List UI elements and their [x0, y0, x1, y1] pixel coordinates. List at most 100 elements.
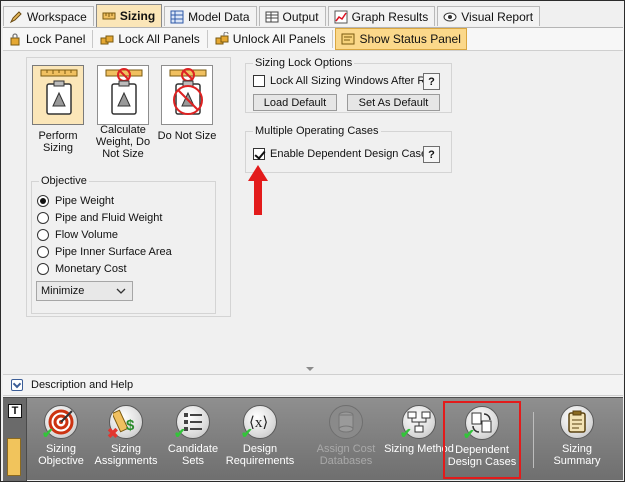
description-help-label: Description and Help — [31, 379, 134, 391]
perform-sizing-option[interactable] — [32, 65, 84, 125]
red-arrow-annotation-icon — [248, 165, 268, 215]
radio-label: Flow Volume — [55, 229, 118, 241]
tab-sizing[interactable]: Sizing — [95, 4, 163, 27]
ruler-icon — [7, 438, 21, 476]
multiple-operating-cases-group: Multiple Operating Cases Enable Dependen… — [245, 125, 452, 173]
ruler-icon — [102, 9, 116, 23]
nav-candidate-sets[interactable]: ✔ Candidate Sets — [158, 402, 228, 478]
do-not-size-label: Do Not Size — [157, 130, 217, 142]
objective-monetary-cost[interactable]: Monetary Cost — [37, 263, 127, 275]
tab-graph-results[interactable]: Graph Results — [327, 6, 436, 26]
tab-label: Model Data — [188, 9, 250, 24]
sizing-mode-group: Perform Sizing Calculate Weight, Do Not … — [26, 57, 231, 317]
load-default-button[interactable]: Load Default — [253, 94, 337, 111]
objective-mode-value: Minimize — [41, 285, 85, 297]
sizing-lock-options-title: Sizing Lock Options — [253, 57, 355, 69]
cycle-documents-icon: ✔ — [463, 406, 499, 442]
nav-label: Candidate Sets — [167, 443, 219, 467]
nav-assign-cost-databases[interactable]: Assign Cost Databases — [311, 402, 381, 478]
perform-sizing-label: Perform Sizing — [38, 130, 78, 154]
lock-all-panels-label: Lock All Panels — [118, 32, 200, 46]
tab-label: Graph Results — [351, 9, 429, 24]
expand-icon[interactable] — [11, 379, 23, 391]
brackets-x-icon: ⟨x⟩ ✔ — [241, 405, 277, 441]
tab-label: Visual Report — [461, 9, 534, 24]
unlock-all-panels-label: Unlock All Panels — [232, 32, 326, 46]
lock-options-help-button[interactable]: ? — [423, 73, 440, 90]
set-as-default-button[interactable]: Set As Default — [347, 94, 440, 111]
radio-button[interactable] — [37, 246, 49, 258]
tab-label: Output — [282, 9, 319, 24]
text-toggle-button[interactable]: T — [8, 404, 22, 418]
nav-dependent-design-cases[interactable]: ✔ Dependent Design Cases — [443, 401, 521, 479]
splitter-grip-icon[interactable] — [306, 367, 314, 371]
radio-button[interactable] — [37, 263, 49, 275]
objective-pipe-weight[interactable]: Pipe Weight — [37, 195, 114, 207]
toolbar-divider — [206, 30, 208, 48]
objective-flow-volume[interactable]: Flow Volume — [37, 229, 118, 241]
lock-panel-label: Lock Panel — [26, 32, 86, 46]
multiple-cases-help-button[interactable]: ? — [423, 146, 440, 163]
tab-workspace[interactable]: Workspace — [3, 6, 94, 26]
tab-output[interactable]: Output — [258, 6, 326, 26]
calculate-weight-icon — [105, 68, 143, 115]
eye-icon — [443, 10, 457, 24]
radio-label: Pipe and Fluid Weight — [55, 212, 163, 224]
objective-mode-select[interactable]: Minimize — [36, 281, 133, 301]
enable-dependent-design-cases-checkbox[interactable]: Enable Dependent Design Cases — [253, 148, 433, 160]
calculate-weight-label: Calculate Weight, Do Not Size — [95, 124, 151, 160]
tab-model-data[interactable]: Model Data — [164, 6, 257, 26]
status-check-icon: ✔ — [42, 425, 54, 441]
sizing-lock-options-group: Sizing Lock Options Lock All Sizing Wind… — [245, 57, 452, 113]
do-not-size-option[interactable] — [161, 65, 213, 125]
show-status-panel-label: Show Status Panel — [359, 32, 461, 46]
lock-icon — [8, 32, 22, 46]
nav-side-strip: T — [3, 398, 27, 481]
lock-panel-button[interactable]: Lock Panel — [3, 28, 90, 50]
status-x-icon: ✖ — [107, 425, 119, 441]
nav-label: Sizing Objective — [38, 443, 84, 467]
nav-label: Assign Cost Databases — [316, 443, 376, 467]
calculate-weight-option[interactable] — [97, 65, 149, 125]
main-tabs: Workspace Sizing Model Data Output Graph… — [3, 4, 623, 27]
objective-inner-surface-area[interactable]: Pipe Inner Surface Area — [37, 246, 172, 258]
lock-all-sizing-windows-checkbox[interactable]: Lock All Sizing Windows After Run — [253, 75, 438, 87]
status-panel-icon — [341, 32, 355, 46]
radio-button[interactable] — [37, 229, 49, 241]
database-icon — [329, 405, 363, 439]
status-check-icon: ✔ — [400, 425, 412, 441]
description-help-bar[interactable]: Description and Help — [3, 374, 623, 396]
list-icon: ✔ — [174, 405, 210, 441]
status-check-icon: ✔ — [174, 425, 186, 441]
multi-lock-icon — [100, 32, 114, 46]
radio-button[interactable] — [37, 195, 49, 207]
nav-label: Dependent Design Cases — [447, 444, 517, 468]
perform-sizing-icon — [40, 69, 78, 115]
nav-sizing-objective[interactable]: ✔ Sizing Objective — [26, 402, 96, 478]
radio-button[interactable] — [37, 212, 49, 224]
nav-label: Sizing Summary — [553, 443, 601, 467]
lock-all-sizing-windows-label: Lock All Sizing Windows After Run — [270, 75, 438, 87]
nav-sizing-assignments[interactable]: $ ✖ Sizing Assignments — [91, 402, 161, 478]
objective-title: Objective — [39, 175, 89, 187]
unlock-all-panels-button[interactable]: Unlock All Panels — [210, 28, 331, 50]
objective-pipe-fluid-weight[interactable]: Pipe and Fluid Weight — [37, 212, 162, 224]
chart-icon — [334, 10, 348, 24]
tab-visual-report[interactable]: Visual Report — [437, 6, 541, 26]
nav-design-requirements[interactable]: ⟨x⟩ ✔ Design Requirements — [225, 402, 295, 478]
lock-all-panels-button[interactable]: Lock All Panels — [95, 28, 204, 50]
tab-label: Workspace — [27, 9, 87, 24]
panel-toolbar: Lock Panel Lock All Panels Unlock All Pa… — [3, 27, 623, 51]
checkbox[interactable] — [253, 75, 265, 87]
nav-sizing-summary[interactable]: Sizing Summary — [542, 402, 612, 478]
app-window: Workspace Sizing Model Data Output Graph… — [0, 0, 625, 482]
sizing-panel: Perform Sizing Calculate Weight, Do Not … — [3, 52, 623, 367]
flowchart-icon: ✔ — [400, 405, 436, 441]
grid-icon — [170, 10, 184, 24]
checkbox[interactable] — [253, 148, 265, 160]
target-icon: ✔ — [42, 405, 78, 441]
show-status-panel-button[interactable]: Show Status Panel — [335, 28, 467, 50]
radio-label: Pipe Weight — [55, 195, 115, 207]
radio-label: Monetary Cost — [55, 263, 127, 275]
clipboard-icon — [560, 405, 594, 439]
